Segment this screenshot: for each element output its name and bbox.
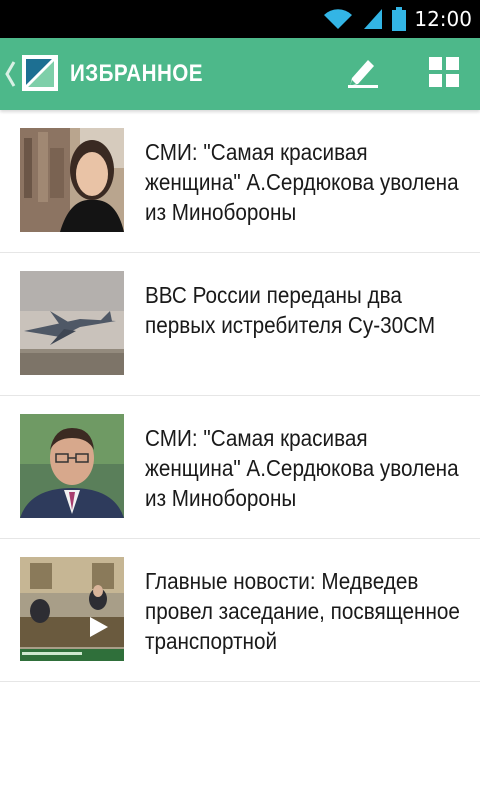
- page-title: ИЗБРАННОЕ: [70, 60, 203, 87]
- edit-icon: [344, 54, 380, 95]
- grid-view-icon: [428, 56, 460, 93]
- news-list: СМИ: "Самая красивая женщина" А.Сердюков…: [0, 110, 480, 682]
- grid-view-button[interactable]: [420, 50, 468, 98]
- woman-portrait-image: [20, 128, 124, 232]
- news-headline: СМИ: "Самая красивая женщина" А.Сердюков…: [145, 425, 459, 511]
- battery-icon: [392, 7, 407, 31]
- list-item[interactable]: Главные новости: Медведев провел заседан…: [0, 539, 480, 682]
- list-item[interactable]: СМИ: "Самая красивая женщина" А.Сердюков…: [0, 110, 480, 253]
- status-bar: 12:00: [0, 0, 480, 38]
- edit-button[interactable]: [338, 50, 386, 98]
- man-portrait-image: [20, 414, 124, 518]
- list-item[interactable]: СМИ: "Самая красивая женщина" А.Сердюков…: [0, 396, 480, 539]
- news-headline: Главные новости: Медведев провел заседан…: [145, 568, 460, 654]
- signal-icon: [362, 7, 384, 31]
- wifi-icon: [322, 7, 354, 31]
- action-bar: ИЗБРАННОЕ: [0, 38, 480, 110]
- fighter-jet-image: [20, 271, 124, 375]
- news-headline: СМИ: "Самая красивая женщина" А.Сердюков…: [145, 139, 459, 225]
- list-item[interactable]: ВВС России переданы два первых истребите…: [0, 253, 480, 396]
- app-logo-icon[interactable]: [20, 53, 60, 93]
- video-meeting-image: [20, 557, 124, 661]
- status-time: 12:00: [414, 7, 472, 31]
- back-chevron-icon[interactable]: [4, 60, 16, 88]
- news-headline: ВВС России переданы два первых истребите…: [145, 282, 436, 338]
